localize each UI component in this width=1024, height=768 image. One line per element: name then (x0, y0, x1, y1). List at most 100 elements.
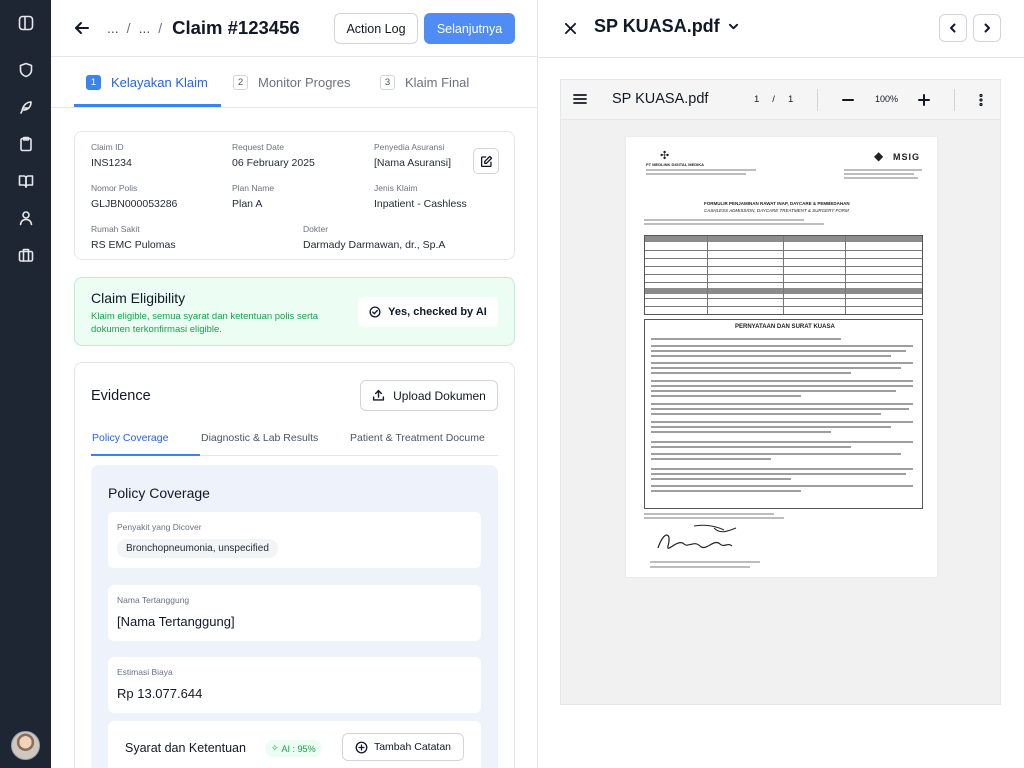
chevron-left-icon (950, 23, 956, 33)
active-step-indicator (74, 104, 221, 107)
paper-text-line (651, 367, 901, 369)
paper-text-line (651, 385, 913, 387)
field-label: Jenis Klaim (374, 183, 418, 193)
chevron-right-icon (984, 23, 990, 33)
paper-text-line (651, 473, 906, 475)
paper-text-line (844, 177, 918, 179)
step-label: Klaim Final (405, 75, 470, 90)
breadcrumb-item[interactable]: ... (107, 20, 119, 36)
sparkle-icon: ✧ (271, 743, 279, 753)
upload-document-button[interactable]: Upload Dokumen (360, 380, 498, 411)
next-document-button[interactable] (973, 14, 1001, 42)
minus-icon[interactable] (839, 91, 857, 109)
paper-text-line (644, 513, 774, 515)
claim-id-field: Claim ID INS1234 (91, 142, 132, 169)
paper-text-line (651, 403, 913, 405)
field-label: Estimasi Biaya (117, 667, 173, 677)
paper-text-line (844, 173, 914, 175)
document-title: SP KUASA.pdf (594, 16, 720, 36)
field-label: Plan Name (232, 183, 275, 193)
sidebar-toggle-icon[interactable] (13, 10, 38, 35)
cost-estimate-box: Estimasi Biaya Rp 13.077.644 (108, 657, 481, 713)
menu-icon[interactable] (573, 92, 589, 108)
paper-text-line (651, 421, 913, 423)
plus-icon[interactable] (915, 91, 933, 109)
paper-text-line (844, 169, 922, 171)
field-label: Request Date (232, 142, 284, 152)
paper-text-line (651, 390, 896, 392)
action-log-button[interactable]: Action Log (334, 13, 418, 44)
request-date-field: Request Date 06 February 2025 (232, 142, 315, 169)
tab-policy-coverage[interactable]: Policy Coverage (92, 432, 168, 444)
eligibility-title: Claim Eligibility (91, 290, 186, 306)
eligibility-card: Claim Eligibility Klaim eligible, semua … (74, 277, 515, 346)
add-note-button[interactable]: Tambah Catatan (342, 733, 464, 761)
medlink-logo-icon: ✣ (660, 150, 670, 162)
field-label: Nama Tertanggung (117, 595, 190, 605)
terms-title: Syarat dan Ketentuan (125, 741, 246, 755)
table-rule (783, 236, 784, 314)
paper-text-line (651, 458, 771, 460)
shield-icon[interactable] (13, 57, 38, 82)
breadcrumb-item[interactable]: ... (139, 20, 151, 36)
active-tab-indicator (91, 454, 200, 456)
current-page-input[interactable]: 1 (754, 94, 759, 105)
total-pages: 1 (787, 94, 794, 105)
step-number: 2 (233, 75, 248, 90)
tab-klaim-final[interactable]: 3 Klaim Final (380, 57, 469, 108)
hospital-field: Rumah Sakit RS EMC Pulomas (91, 224, 176, 251)
paper-text-line (651, 453, 901, 455)
table-rule (845, 236, 846, 314)
paper-text-line (651, 350, 906, 352)
policy-number-field: Nomor Polis GLJBN000053286 (91, 183, 177, 210)
briefcase-icon[interactable] (13, 242, 38, 267)
paper-text-line (651, 446, 851, 448)
field-label: Penyakit yang Dicover (117, 522, 202, 532)
header-divider (538, 57, 1024, 58)
breadcrumb-separator: / (158, 20, 163, 36)
eligibility-badge: Yes, checked by AI (358, 297, 498, 327)
toolbar-divider (954, 89, 955, 111)
paper-text-line (651, 408, 909, 410)
plus-circle-icon (355, 741, 368, 753)
step-tabs: 1 Kelayakan Klaim 2 Monitor Progres 3 Kl… (51, 57, 538, 108)
terms-box: Syarat dan Ketentuan ✧ AI : 95% Tambah C… (108, 721, 481, 768)
tab-monitor-progres[interactable]: 2 Monitor Progres (233, 57, 350, 108)
step-label: Monitor Progres (258, 75, 351, 90)
close-icon[interactable] (560, 18, 580, 38)
paper-text-line (646, 173, 746, 175)
paper-text-line (651, 441, 913, 443)
field-value: Rp 13.077.644 (117, 686, 203, 701)
paper-form-subtitle: CASHLESS ADMISSION, DAYCARE TREATMENT & … (704, 208, 849, 213)
document-panel: SP KUASA.pdf SP KUASA.pdf 1 / 1 100% ✣ P… (538, 0, 1024, 768)
previous-document-button[interactable] (939, 14, 967, 42)
ai-score-badge: ✧ AI : 95% (265, 740, 322, 757)
paper-text-line (651, 426, 891, 428)
paper-text-line (651, 345, 913, 347)
next-button[interactable]: Selanjutnya (424, 13, 515, 44)
zoom-level[interactable]: 100% (875, 94, 898, 104)
document-selector[interactable]: SP KUASA.pdf (594, 16, 739, 37)
add-note-label: Tambah Catatan (373, 741, 452, 753)
check-circle-icon (369, 306, 381, 318)
paper-brand-right: MSIG (893, 152, 921, 162)
arrow-left-icon[interactable] (71, 17, 93, 39)
clipboard-icon[interactable] (13, 131, 38, 156)
avatar[interactable] (11, 731, 40, 760)
ai-score-label: AI : 95% (281, 743, 316, 754)
tab-kelayakan-klaim[interactable]: 1 Kelayakan Klaim (86, 57, 208, 108)
pdf-toolbar: SP KUASA.pdf 1 / 1 100% (561, 80, 1000, 120)
tab-patient-treatment-documents[interactable]: Patient & Treatment Docume (350, 432, 485, 444)
page-indicator: 1 / 1 (754, 94, 793, 105)
edit-icon[interactable] (473, 148, 499, 174)
table-rule (707, 236, 708, 314)
step-label: Kelayakan Klaim (111, 75, 208, 90)
book-icon[interactable] (13, 168, 38, 193)
tab-diagnostic-lab-results[interactable]: Diagnostic & Lab Results (201, 432, 318, 444)
field-value: INS1234 (91, 157, 132, 169)
feather-icon[interactable] (13, 94, 38, 119)
user-icon[interactable] (13, 205, 38, 230)
policy-coverage-title: Policy Coverage (108, 485, 210, 501)
more-vertical-icon[interactable] (972, 91, 990, 109)
paper-form-title: FORMULIR PENJAMINAN RAWAT INAP, DAYCARE … (704, 201, 850, 206)
